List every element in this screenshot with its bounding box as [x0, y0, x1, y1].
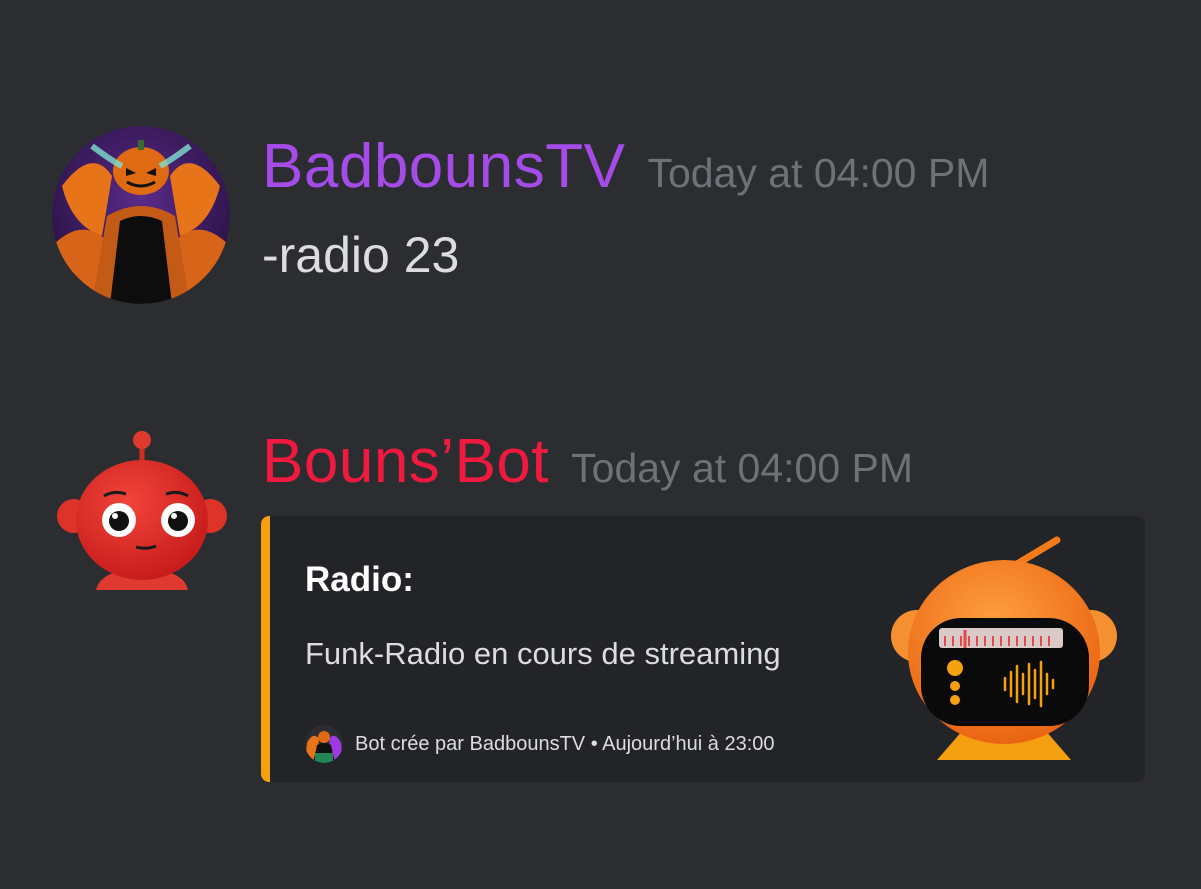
embed-thumbnail[interactable] [889, 530, 1119, 771]
embed-footer-text: Bot crée par BadbounsTV • Aujourd’hui à … [355, 732, 775, 755]
radio-icon [891, 536, 1117, 760]
robot-avatar-icon [57, 431, 227, 590]
pumpkin-avatar-icon [52, 126, 230, 304]
embed-title: Radio: [305, 560, 414, 599]
author-name[interactable]: Bouns’Bot [262, 427, 549, 496]
bot-avatar[interactable] [56, 430, 228, 592]
embed-description: Funk-Radio en cours de streaming [305, 636, 781, 671]
author-name[interactable]: BadbounsTV [262, 132, 625, 201]
embed-footer: Bot crée par BadbounsTV • Aujourd’hui à … [305, 724, 775, 764]
embed-accent-bar [261, 516, 270, 782]
message-header: BadbounsTV Today at 04:00 PM [262, 131, 989, 202]
user-avatar[interactable] [52, 126, 230, 304]
message-content: -radio 23 [262, 227, 460, 283]
author-avatar-icon[interactable] [305, 725, 343, 763]
message-timestamp[interactable]: Today at 04:00 PM [647, 150, 989, 196]
message-header: Bouns’Bot Today at 04:00 PM [262, 426, 913, 497]
message-timestamp[interactable]: Today at 04:00 PM [571, 445, 913, 491]
message-embed: Radio: Funk-Radio en cours de streaming … [261, 516, 1145, 782]
